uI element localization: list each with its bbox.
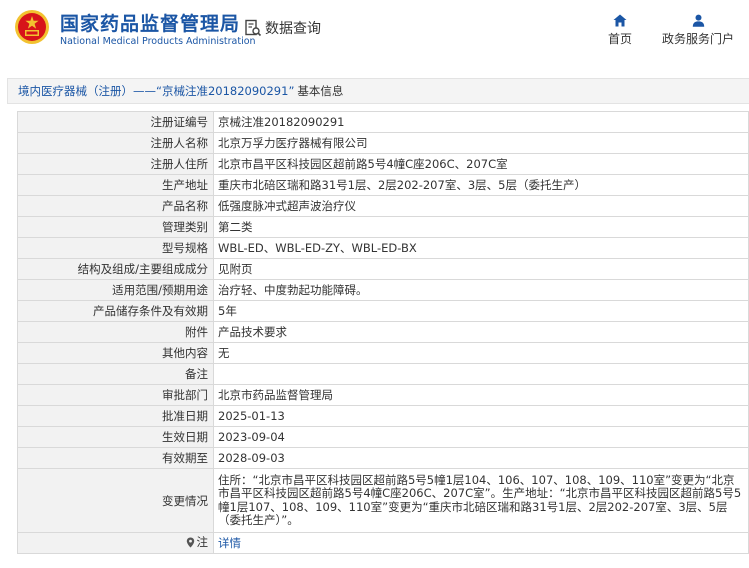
field-value: 无 — [213, 342, 749, 364]
title-prefix: 境内医疗器械（注册）—— — [18, 84, 156, 98]
table-row: 产品名称 低强度脉冲式超声波治疗仪 — [17, 195, 749, 217]
table-row: 注册证编号 京械注准20182090291 — [17, 111, 749, 133]
field-value: 产品技术要求 — [213, 321, 749, 343]
table-row: 审批部门 北京市药品监督管理局 — [17, 384, 749, 406]
title-suffix: 基本信息 — [297, 84, 344, 98]
field-value: WBL-ED、WBL-ED-ZY、WBL-ED-BX — [213, 237, 749, 259]
location-pin-icon — [186, 537, 194, 548]
field-key: 管理类别 — [17, 216, 214, 238]
national-emblem-icon — [15, 10, 49, 44]
field-key: 注册人名称 — [17, 132, 214, 154]
field-key: 附件 — [17, 321, 214, 343]
field-value: 见附页 — [213, 258, 749, 280]
note-key-label: 注 — [196, 535, 209, 550]
nav-gov-services[interactable]: 政务服务门户 — [658, 14, 738, 47]
field-value: 住所：“北京市昌平区科技园区超前路5号5幢1层104、106、107、108、1… — [213, 468, 749, 533]
field-key: 生效日期 — [17, 426, 214, 448]
field-value: 详情 — [213, 532, 749, 554]
site-title-cn: 国家药品监督管理局 — [60, 13, 241, 35]
field-value: 北京万孚力医疗器械有限公司 — [213, 132, 749, 154]
field-value: 京械注准20182090291 — [213, 111, 749, 133]
field-value: 低强度脉冲式超声波治疗仪 — [213, 195, 749, 217]
table-row: 附件 产品技术要求 — [17, 321, 749, 343]
nav-home-label: 首页 — [607, 32, 632, 46]
site-title-en: National Medical Products Administration — [60, 36, 256, 47]
table-row: 产品储存条件及有效期 5年 — [17, 300, 749, 322]
field-value: 5年 — [213, 300, 749, 322]
table-row: 管理类别 第二类 — [17, 216, 749, 238]
table-row: 生效日期 2023-09-04 — [17, 426, 749, 448]
nav-gov-label: 政务服务门户 — [661, 32, 734, 46]
nav-home[interactable]: 首页 — [604, 14, 636, 47]
field-key: 适用范围/预期用途 — [17, 279, 214, 301]
table-row: 适用范围/预期用途 治疗轻、中度勃起功能障碍。 — [17, 279, 749, 301]
table-row: 批准日期 2025-01-13 — [17, 405, 749, 427]
field-value: 2023-09-04 — [213, 426, 749, 448]
field-value — [213, 363, 749, 385]
field-key: 注册证编号 — [17, 111, 214, 133]
page-title: 境内医疗器械（注册）—— “京械注准20182090291” 基本信息 — [7, 78, 749, 104]
table-row: 有效期至 2028-09-03 — [17, 447, 749, 469]
table-row: 生产地址 重庆市北碚区瑞和路31号1层、2层202-207室、3层、5层（委托生产… — [17, 174, 749, 196]
field-value: 2028-09-03 — [213, 447, 749, 469]
field-key: 批准日期 — [17, 405, 214, 427]
table-row: 注册人住所 北京市昌平区科技园区超前路5号4幢C座206C、207C室 — [17, 153, 749, 175]
table-row-note: 注 详情 — [17, 532, 749, 554]
field-value: 北京市药品监督管理局 — [213, 384, 749, 406]
table-row-change-history: 变更情况 住所：“北京市昌平区科技园区超前路5号5幢1层104、106、107、1… — [17, 468, 749, 533]
field-key: 型号规格 — [17, 237, 214, 259]
field-key: 产品储存条件及有效期 — [17, 300, 214, 322]
home-icon — [613, 14, 627, 27]
field-value: 第二类 — [213, 216, 749, 238]
detail-table: 注册证编号 京械注准20182090291 注册人名称 北京万孚力医疗器械有限公司 … — [17, 111, 749, 554]
field-value: 治疗轻、中度勃起功能障碍。 — [213, 279, 749, 301]
table-row: 备注 — [17, 363, 749, 385]
field-key: 备注 — [17, 363, 214, 385]
user-icon — [692, 14, 704, 27]
table-row: 型号规格 WBL-ED、WBL-ED-ZY、WBL-ED-BX — [17, 237, 749, 259]
data-query-link[interactable]: 数据查询 — [244, 18, 321, 38]
table-row: 结构及组成/主要组成成分 见附页 — [17, 258, 749, 280]
field-key: 审批部门 — [17, 384, 214, 406]
field-key: 有效期至 — [17, 447, 214, 469]
field-value: 2025-01-13 — [213, 405, 749, 427]
field-key: 注册人住所 — [17, 153, 214, 175]
field-value: 北京市昌平区科技园区超前路5号4幢C座206C、207C室 — [213, 153, 749, 175]
site-header: 国家药品监督管理局 National Medical Products Admi… — [0, 0, 749, 62]
data-query-label: 数据查询 — [265, 21, 321, 37]
table-row: 注册人名称 北京万孚力医疗器械有限公司 — [17, 132, 749, 154]
field-value: 重庆市北碚区瑞和路31号1层、2层202-207室、3层、5层（委托生产） — [213, 174, 749, 196]
field-key: 结构及组成/主要组成成分 — [17, 258, 214, 280]
table-row: 其他内容无 — [17, 342, 749, 364]
title-record: “京械注准20182090291” — [156, 84, 295, 98]
field-key: 产品名称 — [17, 195, 214, 217]
field-key: 变更情况 — [17, 468, 214, 533]
document-search-icon — [245, 19, 262, 37]
details-link[interactable]: 详情 — [218, 536, 241, 550]
field-key-note: 注 — [17, 532, 214, 554]
field-key: 其他内容 — [17, 342, 214, 364]
field-key: 生产地址 — [17, 174, 214, 196]
